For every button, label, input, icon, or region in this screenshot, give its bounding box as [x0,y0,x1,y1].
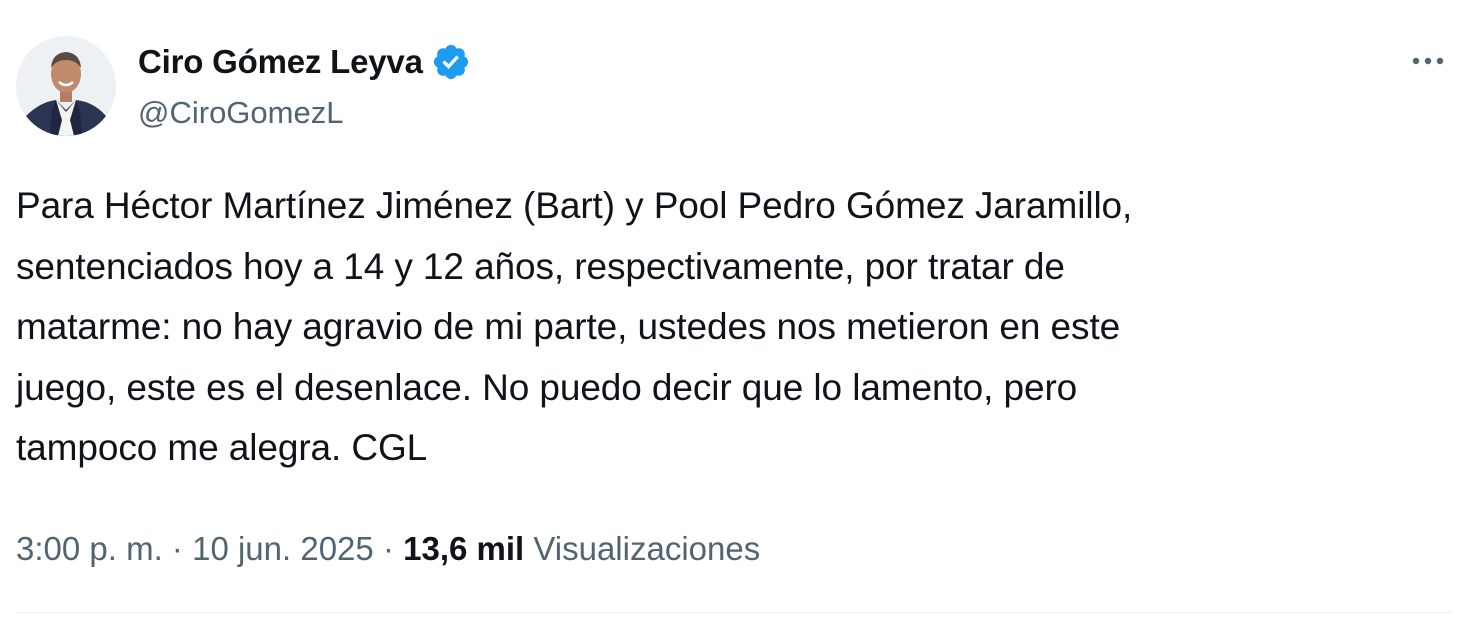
tweet-date[interactable]: 10 jun. 2025 [192,530,374,567]
tweet-text: Para Héctor Martínez Jiménez (Bart) y Po… [16,185,1133,468]
tweet-time[interactable]: 3:00 p. m. [16,530,163,567]
tweet: Ciro Gómez Leyva @CiroGomezL Para Héctor… [0,0,1459,620]
divider [16,612,1452,613]
avatar-image [16,36,116,136]
author-handle[interactable]: @CiroGomezL [138,92,343,134]
views-label: Visualizaciones [533,530,761,567]
more-options-button[interactable] [1408,44,1448,78]
avatar[interactable] [16,36,116,136]
tweet-metadata: 3:00 p. m. · 10 jun. 2025 · 13,6 mil Vis… [16,526,760,572]
more-horizontal-icon [1412,57,1444,65]
meta-separator: · [171,530,183,567]
meta-separator: · [382,530,394,567]
author-display-name[interactable]: Ciro Gómez Leyva [138,40,423,84]
author-name-row: Ciro Gómez Leyva [138,40,471,84]
views-count: 13,6 mil [403,530,525,567]
verified-badge-icon [431,42,471,82]
